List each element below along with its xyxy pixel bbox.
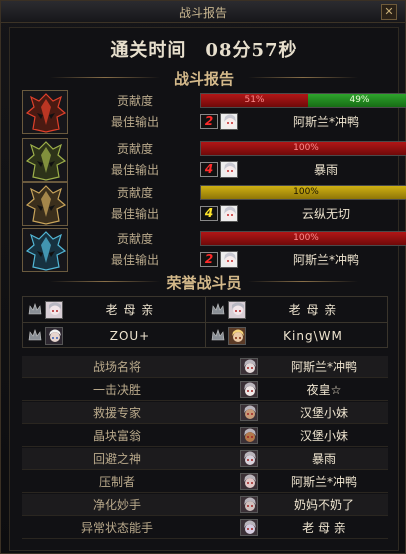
contribution-bar: 51% 49%	[200, 93, 406, 108]
award-title: 战场名将	[92, 360, 141, 374]
crown-icon	[28, 303, 42, 315]
avatar	[45, 327, 63, 345]
red-spiked-helmet-icon	[22, 90, 68, 134]
best-output-label: 最佳输出	[110, 163, 159, 177]
contribution-segment: 100%	[201, 232, 406, 245]
contribution-segment: 49%	[308, 94, 406, 107]
crown-icon	[211, 329, 225, 341]
blue-spiked-helmet-icon	[22, 228, 68, 272]
clear-time: 通关时间 08分57秒	[110, 40, 298, 61]
title-bar[interactable]: 战斗报告 ✕	[1, 1, 405, 23]
contribution-segment: 51%	[201, 94, 308, 107]
avatar	[240, 381, 258, 398]
report-panel: 通关时间 08分57秒 战斗报告 贡献度 51% 49% 最佳输出 2 阿斯兰*冲鸭 贡献度…	[9, 27, 406, 551]
honor-member[interactable]: ZOU+	[23, 323, 206, 349]
award-row: 晶块富翁 汉堡小妹	[22, 425, 388, 447]
contribution-bar: 100%	[200, 141, 406, 156]
crown-icon	[28, 329, 42, 341]
honor-member[interactable]: 老 母 亲	[23, 297, 206, 323]
avatar	[240, 427, 258, 444]
avatar	[220, 205, 238, 222]
report-row: 贡献度 100% 最佳输出 4 云纵无切	[22, 182, 406, 226]
contribution-bar: 100%	[200, 185, 406, 200]
award-row: 回避之神 暴雨	[22, 448, 388, 470]
avatar	[240, 519, 258, 536]
avatar	[220, 161, 238, 178]
award-player: 汉堡小妹	[299, 429, 348, 443]
avatar	[220, 113, 238, 130]
close-icon[interactable]: ✕	[381, 4, 397, 20]
honor-member[interactable]: King\WM	[206, 323, 389, 349]
report-heading-wrap: 战斗报告	[10, 68, 398, 89]
honor-member-name: ZOU+	[109, 329, 151, 343]
best-output-label: 最佳输出	[110, 115, 159, 129]
contribution-bar: 100%	[200, 231, 406, 246]
award-row: 异常状态能手 老 母 亲	[22, 517, 388, 539]
award-player: 汉堡小妹	[299, 406, 348, 420]
avatar	[228, 301, 246, 319]
best-output-player: 阿斯兰*冲鸭	[292, 115, 359, 129]
contribution-segment: 100%	[201, 142, 406, 155]
award-player: 阿斯兰*冲鸭	[290, 360, 357, 374]
report-row: 贡献度 100% 最佳输出 2 阿斯兰*冲鸭	[22, 228, 406, 272]
award-title: 晶块富翁	[92, 429, 141, 443]
honor-member-name: 老 母 亲	[288, 303, 338, 317]
award-title: 救援专家	[92, 406, 141, 420]
award-player: 老 母 亲	[302, 521, 346, 535]
honor-heading: 荣誉战斗员	[166, 274, 242, 292]
best-output-label: 最佳输出	[110, 253, 159, 267]
avatar	[45, 301, 63, 319]
avatar	[240, 450, 258, 467]
best-output-player: 云纵无切	[301, 207, 350, 221]
award-title: 压制者	[98, 475, 135, 489]
contribution-label: 贡献度	[116, 142, 153, 156]
battle-report-window: 战斗报告 ✕ 通关时间 08分57秒 战斗报告 贡献度 51% 49% 最佳输出 2 阿斯…	[0, 0, 406, 554]
report-row: 贡献度 51% 49% 最佳输出 2 阿斯兰*冲鸭	[22, 90, 406, 134]
award-player: 夜皇☆	[306, 383, 342, 397]
award-player: 阿斯兰*冲鸭	[290, 475, 357, 489]
contribution-label: 贡献度	[116, 94, 153, 108]
award-row: 救援专家 汉堡小妹	[22, 402, 388, 424]
gold-spiked-helmet-icon	[22, 182, 68, 226]
honor-member-name: King\WM	[283, 329, 343, 343]
award-player: 暴雨	[311, 452, 336, 466]
avatar	[220, 251, 238, 268]
crown-icon	[211, 303, 225, 315]
avatar	[240, 404, 258, 421]
award-row: 压制者 阿斯兰*冲鸭	[22, 471, 388, 493]
rank-badge: 4	[200, 206, 218, 221]
avatar	[240, 473, 258, 490]
best-output-player: 阿斯兰*冲鸭	[292, 253, 359, 267]
avatar	[228, 327, 246, 345]
best-output-player: 暴雨	[313, 163, 338, 177]
contribution-segment: 100%	[201, 186, 406, 199]
best-output-label: 最佳输出	[110, 207, 159, 221]
honor-member[interactable]: 老 母 亲	[206, 297, 389, 323]
award-row: 战场名将 阿斯兰*冲鸭	[22, 356, 388, 378]
avatar	[240, 496, 258, 513]
honor-heading-wrap: 荣誉战斗员	[10, 272, 398, 293]
rank-badge: 2	[200, 252, 218, 267]
award-player: 奶妈不奶了	[293, 498, 354, 512]
window-title: 战斗报告	[178, 6, 227, 20]
award-row: 净化妙手 奶妈不奶了	[22, 494, 388, 516]
award-title: 净化妙手	[92, 498, 141, 512]
contribution-label: 贡献度	[116, 186, 153, 200]
honor-members-grid: 老 母 亲 老 母 亲 ZOU+ King\WM	[22, 296, 388, 348]
report-row: 贡献度 100% 最佳输出 4 暴雨	[22, 138, 406, 182]
award-title: 一击决胜	[92, 383, 141, 397]
honor-member-name: 老 母 亲	[105, 303, 155, 317]
award-row: 一击决胜 夜皇☆	[22, 379, 388, 401]
award-title: 回避之神	[92, 452, 141, 466]
report-heading: 战斗报告	[173, 70, 234, 88]
avatar	[240, 358, 258, 375]
contribution-label: 贡献度	[116, 232, 153, 246]
award-title: 异常状态能手	[80, 521, 153, 535]
green-spiked-helmet-icon	[22, 138, 68, 182]
rank-badge: 4	[200, 162, 218, 177]
rank-badge: 2	[200, 114, 218, 129]
